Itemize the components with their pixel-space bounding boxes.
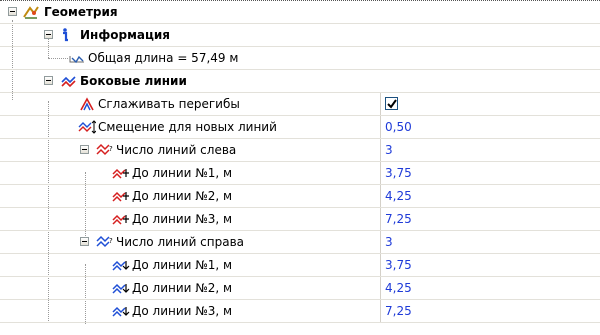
right-lines-count-row[interactable]: ? Число линий справа 3: [0, 231, 600, 254]
offset-lines-icon: [78, 119, 97, 135]
offset-value[interactable]: 0,50: [385, 120, 412, 134]
offset-new-lines-row[interactable]: Смещение для новых линий 0,50: [0, 116, 600, 139]
right-lines-icon: ?: [96, 234, 114, 250]
left-count-value[interactable]: 3: [385, 143, 393, 157]
left-line-3-value[interactable]: 7,25: [385, 212, 412, 226]
category-info[interactable]: Информация: [0, 24, 600, 47]
category-geometry[interactable]: Геометрия: [0, 1, 600, 24]
collapse-toggle-icon[interactable]: [44, 76, 53, 85]
collapse-toggle-icon[interactable]: [80, 145, 89, 154]
right-line-distance-icon: [112, 303, 130, 319]
collapse-toggle-icon[interactable]: [80, 237, 89, 246]
geometry-icon: [22, 4, 40, 20]
right-line-3-value[interactable]: 7,25: [385, 304, 412, 318]
smooth-bends-icon: [78, 96, 96, 112]
property-label: Сглаживать перегибы: [98, 97, 240, 111]
category-label: Боковые линии: [80, 74, 187, 88]
property-label: До линии №1, м: [132, 166, 233, 180]
svg-text:?: ?: [109, 145, 113, 153]
left-line-distance-icon: [112, 188, 130, 204]
left-line-3-row[interactable]: До линии №3, м 7,25: [0, 208, 600, 231]
property-label: Число линий справа: [116, 235, 245, 249]
svg-text:?: ?: [109, 237, 113, 245]
info-icon: [60, 27, 78, 43]
collapse-toggle-icon[interactable]: [8, 7, 17, 16]
left-lines-count-row[interactable]: ? Число линий слева 3: [0, 139, 600, 162]
left-line-1-value[interactable]: 3,75: [385, 166, 412, 180]
property-label: До линии №2, м: [132, 189, 233, 203]
right-line-1-row[interactable]: До линии №1, м 3,75: [0, 254, 600, 277]
property-label: Число линий слева: [116, 143, 237, 157]
left-lines-icon: ?: [96, 142, 114, 158]
right-count-value[interactable]: 3: [385, 235, 393, 249]
left-line-2-value[interactable]: 4,25: [385, 189, 412, 203]
left-line-2-row[interactable]: До линии №2, м 4,25: [0, 185, 600, 208]
total-length-row: Общая длина = 57,49 м: [0, 47, 600, 70]
collapse-toggle-icon[interactable]: [44, 30, 53, 39]
smooth-bends-checkbox[interactable]: [385, 97, 398, 110]
polyline-length-icon: [68, 50, 86, 66]
property-label: До линии №3, м: [132, 304, 233, 318]
property-label: Смещение для новых линий: [98, 120, 277, 134]
right-line-2-value[interactable]: 4,25: [385, 281, 412, 295]
category-lanes[interactable]: Боковые линии: [0, 70, 600, 93]
total-length-label: Общая длина = 57,49 м: [88, 51, 239, 65]
property-label: До линии №2, м: [132, 281, 233, 295]
left-line-1-row[interactable]: До линии №1, м 3,75: [0, 162, 600, 185]
right-line-2-row[interactable]: До линии №2, м 4,25: [0, 277, 600, 300]
right-line-1-value[interactable]: 3,75: [385, 258, 412, 272]
property-label: До линии №1, м: [132, 258, 233, 272]
right-line-distance-icon: [112, 280, 130, 296]
property-grid: Геометрия Информация Общая длина = 57,49…: [0, 0, 600, 335]
right-line-3-row[interactable]: До линии №3, м 7,25: [0, 300, 600, 323]
left-line-distance-icon: [112, 211, 130, 227]
side-lanes-icon: [60, 73, 78, 89]
left-line-distance-icon: [112, 165, 130, 181]
category-label: Информация: [80, 28, 170, 42]
smooth-bends-row[interactable]: Сглаживать перегибы: [0, 93, 600, 116]
right-line-distance-icon: [112, 257, 130, 273]
category-label: Геометрия: [44, 5, 118, 19]
property-label: До линии №3, м: [132, 212, 233, 226]
